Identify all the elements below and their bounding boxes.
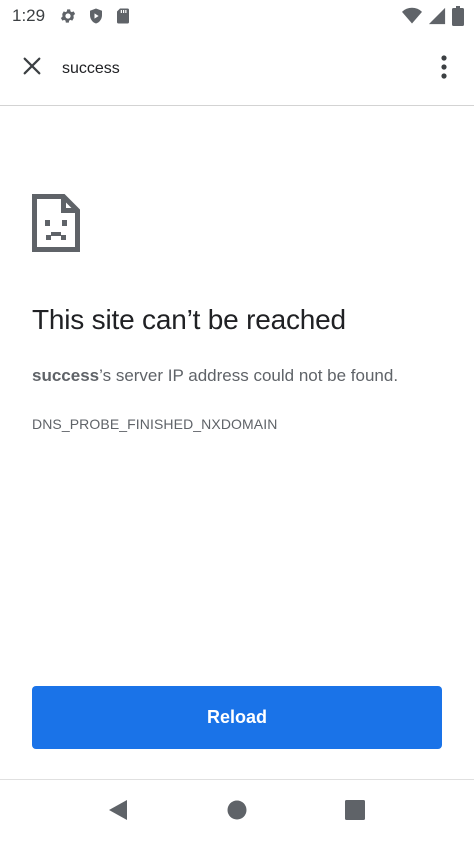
signal-icon <box>428 7 446 25</box>
close-icon <box>21 55 43 82</box>
reload-button[interactable]: Reload <box>32 686 442 749</box>
back-icon <box>108 799 128 826</box>
status-right-icons <box>402 6 464 26</box>
sad-page-icon <box>32 194 80 257</box>
close-button[interactable] <box>12 49 52 89</box>
custom-tab-toolbar: success <box>0 32 474 106</box>
home-button[interactable] <box>217 792 257 832</box>
battery-icon <box>452 6 464 26</box>
home-icon <box>227 800 247 825</box>
status-time: 1:29 <box>12 6 46 25</box>
sd-card-icon <box>115 7 131 25</box>
error-description: success’s server IP address could not be… <box>32 366 398 386</box>
back-button[interactable] <box>98 792 138 832</box>
recents-icon <box>345 799 365 825</box>
more-options-button[interactable] <box>428 49 460 89</box>
more-vert-icon <box>441 54 447 84</box>
recents-button[interactable] <box>335 792 375 832</box>
error-code: DNS_PROBE_FINISHED_NXDOMAIN <box>32 416 278 432</box>
tab-title: success <box>62 59 120 77</box>
error-title: This site can’t be reached <box>32 304 346 335</box>
screen: 1:29 success This site can’t be reached … <box>0 0 474 842</box>
status-bar: 1:29 <box>0 0 474 32</box>
error-message: ’s server IP address could not be found. <box>99 366 399 385</box>
status-left-icons <box>59 7 131 25</box>
error-host: success <box>32 366 100 385</box>
wifi-icon <box>402 7 422 25</box>
navigation-bar <box>0 779 474 842</box>
gear-icon <box>59 7 77 25</box>
shield-icon <box>87 7 105 25</box>
